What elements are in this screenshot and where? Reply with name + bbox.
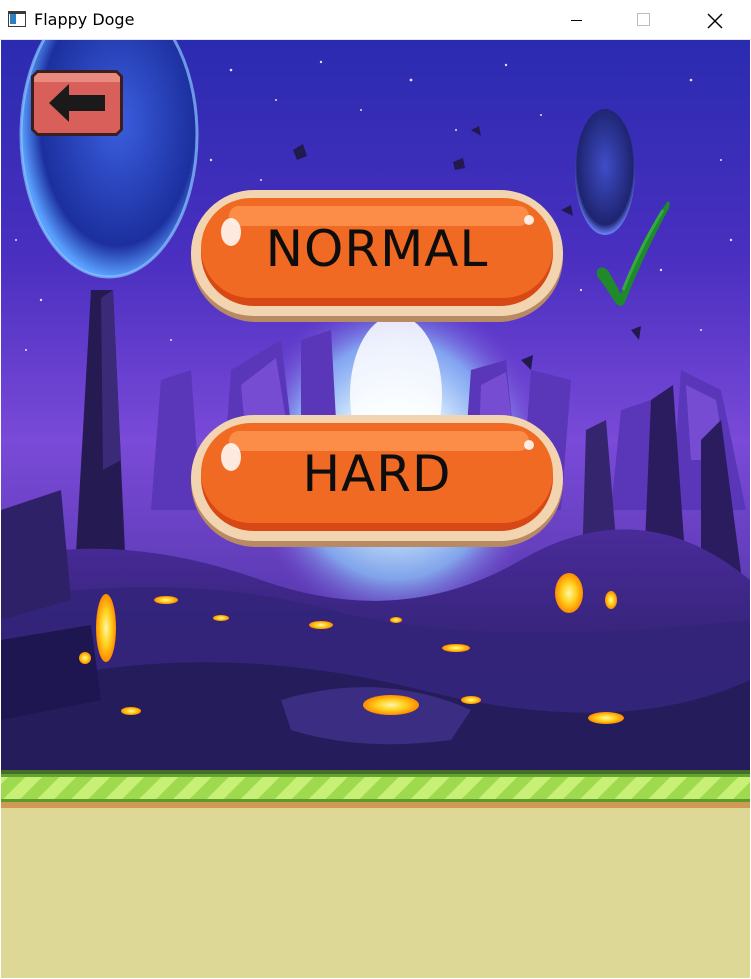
normal-label: NORMAL: [265, 220, 489, 278]
alien-landscape-background: [1, 40, 750, 770]
arrow-left-icon: [31, 70, 123, 136]
game-window: Flappy Doge NORMAL HARD: [0, 0, 751, 979]
hard-mode-button[interactable]: HARD: [189, 415, 565, 549]
close-icon: [707, 13, 723, 29]
hard-label: HARD: [302, 445, 452, 503]
back-button[interactable]: [31, 70, 123, 136]
close-button[interactable]: [692, 0, 738, 40]
window-title: Flappy Doge: [34, 10, 135, 29]
minimize-button[interactable]: [553, 0, 599, 40]
grass-stripes: [1, 774, 750, 802]
ground-sand: [1, 808, 750, 978]
maximize-button[interactable]: [621, 0, 667, 40]
app-icon: [8, 11, 26, 27]
checkmark-icon: [597, 201, 670, 306]
game-canvas: NORMAL HARD: [1, 40, 750, 978]
ground-grass-strip: [1, 770, 750, 808]
title-bar[interactable]: Flappy Doge: [0, 0, 751, 40]
normal-mode-button[interactable]: NORMAL: [189, 190, 565, 324]
